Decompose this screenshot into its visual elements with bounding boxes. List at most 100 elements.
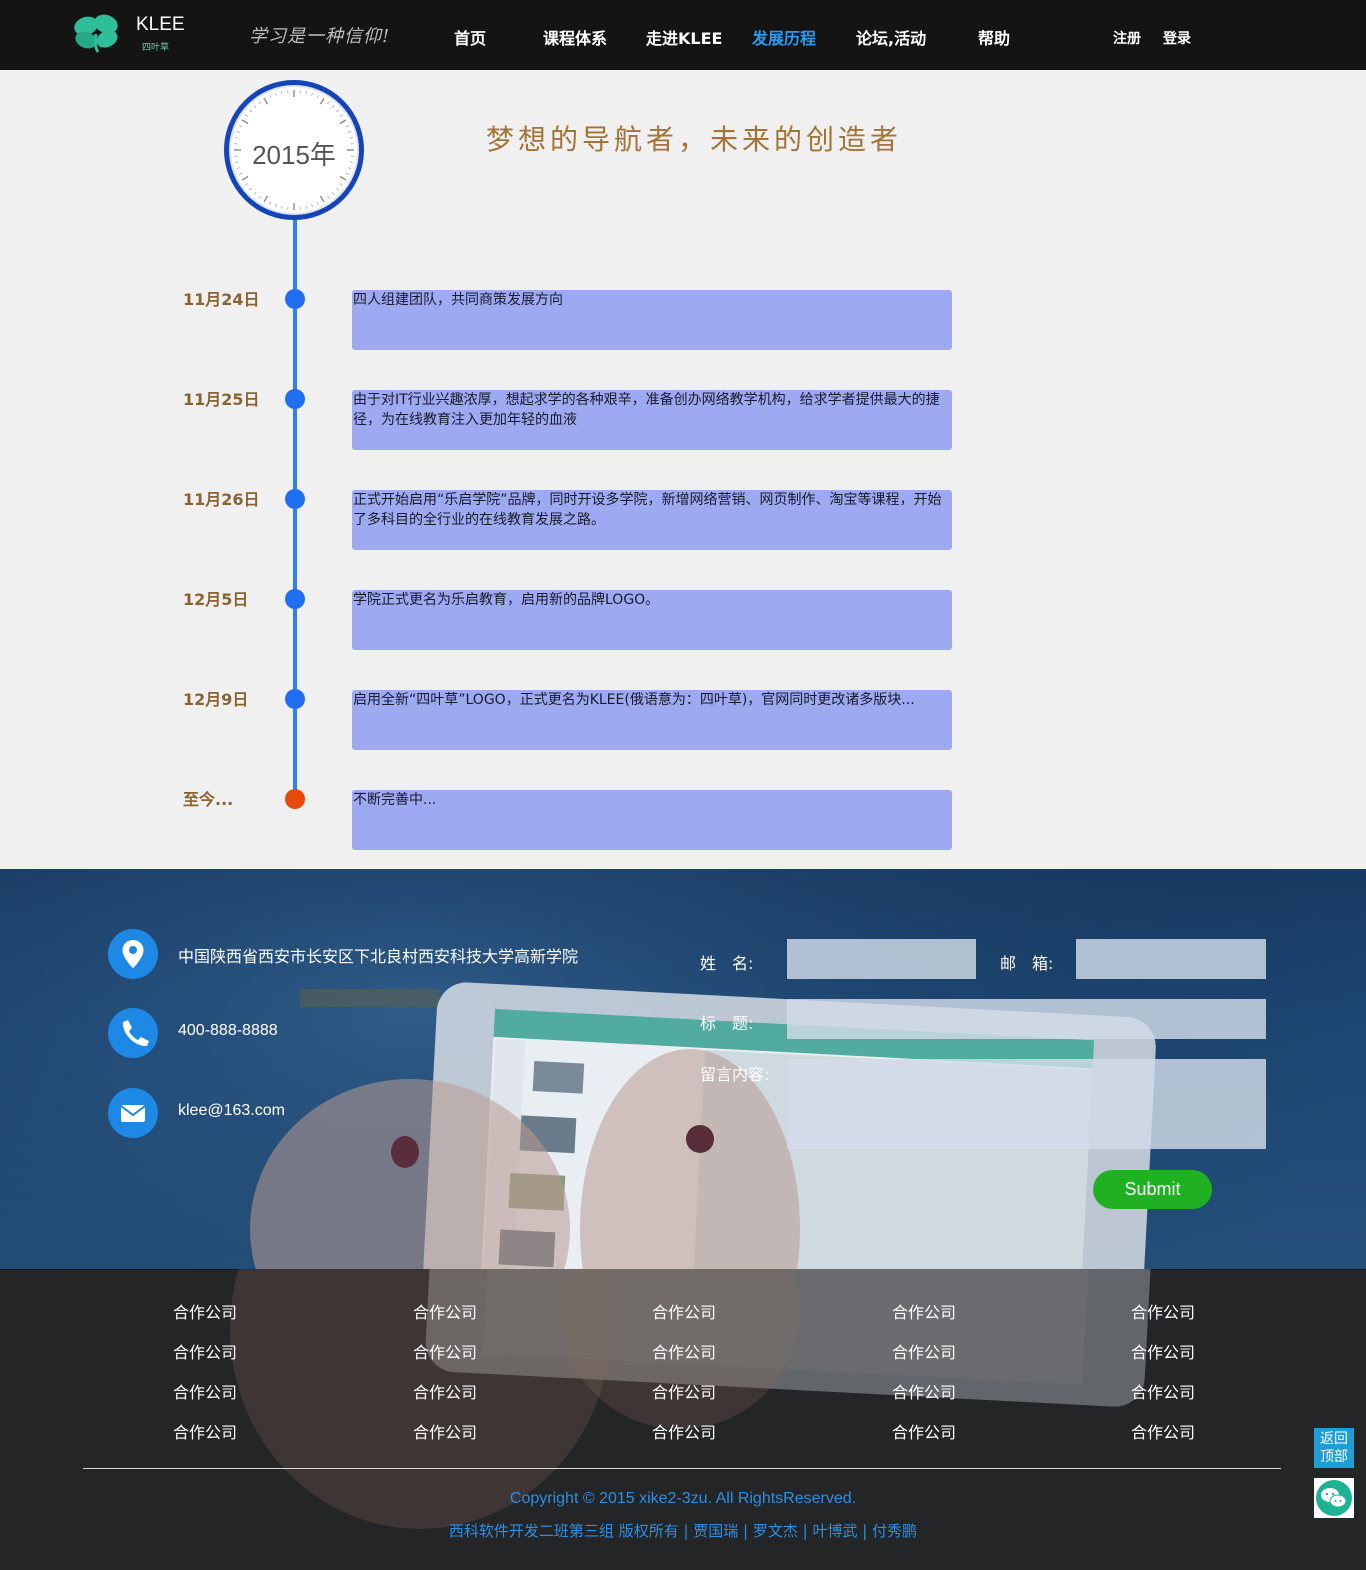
back-to-top-line1: 返回 bbox=[1320, 1431, 1348, 1447]
message-field[interactable] bbox=[787, 1059, 1266, 1149]
copyright: Copyright © 2015 xike2-3zu. All RightsRe… bbox=[509, 1490, 857, 1507]
clock-tick bbox=[305, 205, 307, 209]
wechat-icon[interactable] bbox=[1314, 1478, 1354, 1518]
clock-tick bbox=[263, 97, 269, 105]
phone-icon bbox=[108, 1008, 158, 1058]
clover-logo-icon[interactable] bbox=[72, 12, 122, 54]
event-date: 12月9日 bbox=[183, 690, 249, 709]
partner-link[interactable]: 合作公司 bbox=[413, 1339, 477, 1363]
partner-link[interactable]: 合作公司 bbox=[892, 1419, 956, 1443]
clock-tick bbox=[245, 183, 249, 186]
partner-link[interactable]: 合作公司 bbox=[1131, 1339, 1195, 1363]
partner-link[interactable]: 合作公司 bbox=[652, 1339, 716, 1363]
partner-link[interactable]: 合作公司 bbox=[652, 1419, 716, 1443]
partner-link[interactable]: 合作公司 bbox=[413, 1419, 477, 1443]
year-label: 2015年 bbox=[252, 140, 336, 170]
clock-tick bbox=[311, 92, 313, 96]
event-text: 由于对IT行业兴趣浓厚，想起求学的各种艰辛，准备创办网络教学机构，给求学者提供最… bbox=[352, 390, 952, 450]
clock-tick bbox=[249, 109, 252, 113]
clock-tick bbox=[281, 205, 283, 209]
partner-link[interactable]: 合作公司 bbox=[892, 1299, 956, 1323]
clock-tick bbox=[336, 187, 339, 191]
contact-phone-row: 400-888-8888 bbox=[108, 1008, 408, 1058]
contact-address: 中国陕西省西安市长安区下北良村西安科技大学高新学院 bbox=[178, 949, 579, 966]
clock-tick bbox=[345, 172, 349, 175]
timeline-dot bbox=[285, 489, 305, 509]
clock-tick bbox=[327, 195, 330, 199]
event-date: 至今... bbox=[183, 790, 234, 809]
clock-tick bbox=[275, 92, 277, 96]
event-text: 四人组建团队，共同商策发展方向 bbox=[352, 290, 952, 350]
subject-field[interactable] bbox=[787, 999, 1266, 1039]
name-label: 姓 名: bbox=[700, 954, 754, 973]
partner-link[interactable]: 合作公司 bbox=[652, 1299, 716, 1323]
login-link[interactable]: 登录 bbox=[1163, 28, 1191, 48]
footer-divider bbox=[83, 1468, 1281, 1469]
event-date: 12月5日 bbox=[183, 590, 249, 609]
event-text: 不断完善中... bbox=[352, 790, 952, 850]
clock-tick bbox=[339, 183, 343, 186]
clock-tick bbox=[319, 195, 325, 203]
clock-tick bbox=[327, 101, 330, 105]
partner-link[interactable]: 合作公司 bbox=[413, 1299, 477, 1323]
clock-tick bbox=[339, 175, 347, 181]
partner-link[interactable]: 合作公司 bbox=[1131, 1419, 1195, 1443]
email-label: 邮 箱: bbox=[1000, 954, 1054, 973]
clock-tick bbox=[258, 195, 261, 199]
clock-tick bbox=[345, 125, 349, 128]
name-field[interactable] bbox=[787, 939, 976, 979]
nav-forum[interactable]: 论坛,活动 bbox=[856, 25, 926, 49]
clock-tick bbox=[305, 91, 307, 95]
clock-tick bbox=[245, 114, 249, 117]
logo-subtitle: 四叶草 bbox=[142, 43, 170, 53]
partner-link[interactable]: 合作公司 bbox=[173, 1339, 237, 1363]
back-to-top-button[interactable]: 返回 顶部 bbox=[1314, 1428, 1354, 1468]
clock-tick bbox=[319, 97, 325, 105]
partner-link[interactable]: 合作公司 bbox=[1131, 1299, 1195, 1323]
clock-tick bbox=[269, 95, 272, 99]
event-text: 正式开始启用“乐启学院”品牌，同时开设多学院，新增网络营销、网页制作、淘宝等课程… bbox=[352, 490, 952, 550]
timeline-dot bbox=[285, 689, 305, 709]
partner-link[interactable]: 合作公司 bbox=[173, 1379, 237, 1403]
clock-tick bbox=[331, 105, 335, 108]
clock-tick bbox=[281, 91, 283, 95]
clock-tick bbox=[316, 95, 319, 99]
contact-email-row: klee@163.com bbox=[108, 1088, 408, 1138]
clock-tick bbox=[331, 192, 335, 195]
site-header: KLEE 四叶草 学习是一种信仰! 首页 课程体系 走进KLEE 发展历程 论坛… bbox=[0, 0, 1366, 70]
clock-tick bbox=[241, 175, 249, 181]
nav-history[interactable]: 发展历程 bbox=[752, 25, 816, 49]
partner-link[interactable]: 合作公司 bbox=[413, 1379, 477, 1403]
clock-tick bbox=[253, 105, 257, 108]
envelope-icon bbox=[108, 1088, 158, 1138]
event-date: 11月26日 bbox=[183, 490, 260, 509]
nav-home[interactable]: 首页 bbox=[454, 25, 486, 49]
clock-tick bbox=[258, 101, 261, 105]
logo-text: KLEE bbox=[136, 14, 185, 35]
timeline-dot bbox=[285, 289, 305, 309]
contact-address-row: 中国陕西省西安市长安区下北良村西安科技大学高新学院 bbox=[108, 929, 608, 979]
clock-tick bbox=[241, 119, 249, 125]
email-field[interactable] bbox=[1076, 939, 1266, 979]
clock-tick bbox=[348, 131, 352, 133]
partner-link[interactable]: 合作公司 bbox=[173, 1419, 237, 1443]
clock-tick bbox=[253, 192, 257, 195]
clock-tick bbox=[339, 119, 347, 125]
contact-email: klee@163.com bbox=[178, 1102, 285, 1119]
contact-phone: 400-888-8888 bbox=[178, 1022, 278, 1039]
submit-button[interactable]: Submit bbox=[1093, 1170, 1212, 1209]
partner-link[interactable]: 合作公司 bbox=[652, 1379, 716, 1403]
partner-link[interactable]: 合作公司 bbox=[892, 1379, 956, 1403]
event-date: 11月24日 bbox=[183, 290, 260, 309]
clock-tick bbox=[311, 204, 313, 208]
timeline-section: 2015年 梦想的导航者，未来的创造者 11月24日 四人组建团队，共同商策发展… bbox=[0, 70, 1366, 870]
register-link[interactable]: 注册 bbox=[1113, 28, 1141, 48]
event-text: 学院正式更名为乐启教育，启用新的品牌LOGO。 bbox=[352, 590, 952, 650]
partner-link[interactable]: 合作公司 bbox=[892, 1339, 956, 1363]
nav-help[interactable]: 帮助 bbox=[978, 25, 1010, 49]
nav-courses[interactable]: 课程体系 bbox=[543, 25, 607, 49]
partner-link[interactable]: 合作公司 bbox=[173, 1299, 237, 1323]
partner-link[interactable]: 合作公司 bbox=[1131, 1379, 1195, 1403]
nav-about[interactable]: 走进KLEE bbox=[646, 25, 722, 49]
site-footer: 合作公司 合作公司 合作公司 合作公司 合作公司 合作公司 合作公司 合作公司 合作公司 合作公司… bbox=[0, 1269, 1366, 1570]
